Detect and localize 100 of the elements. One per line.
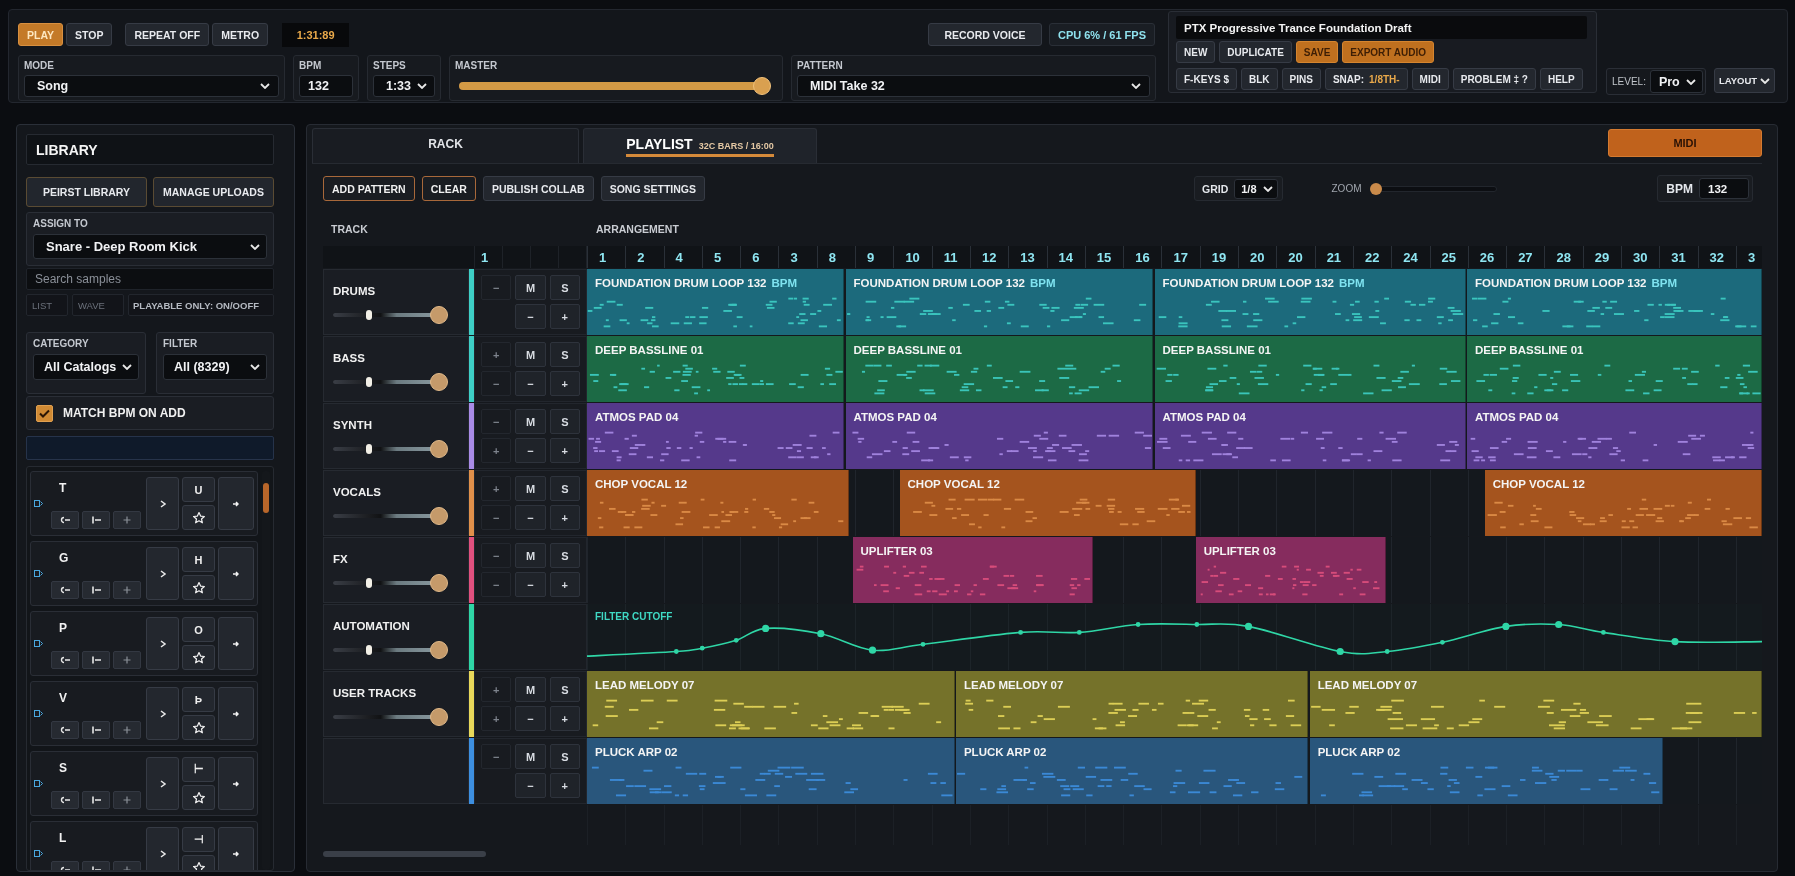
project-action-button[interactable]: NEW (1176, 41, 1216, 63)
volume-thumb[interactable] (430, 373, 449, 391)
grid-dropdown[interactable]: 1/8 (1234, 178, 1278, 199)
toggle-button[interactable]: METRO (212, 23, 269, 46)
track-button[interactable]: − (481, 744, 512, 769)
zoom-thumb[interactable] (1369, 182, 1382, 195)
automation-point[interactable] (1135, 622, 1141, 627)
pattern-clip[interactable]: DEEP BASSLINE 01 (1154, 336, 1466, 402)
pad-tool-button[interactable] (82, 721, 110, 739)
track-button[interactable]: − (515, 438, 546, 463)
track-button[interactable]: − (515, 706, 546, 731)
track-button[interactable]: − (481, 409, 512, 434)
automation-point[interactable] (1384, 649, 1390, 654)
automation-point[interactable] (1194, 622, 1200, 627)
bpm-field[interactable]: 132 (1699, 178, 1749, 199)
alt-key-button[interactable]: O (182, 617, 215, 642)
automation-point[interactable] (699, 645, 705, 651)
track-button[interactable]: + (549, 438, 580, 463)
transport-button[interactable]: STOP (66, 23, 113, 46)
pattern-clip[interactable]: FOUNDATION DRUM LOOP 132 BPM (587, 269, 845, 335)
pattern-clip[interactable]: LEAD MELODY 07 (1309, 671, 1762, 737)
automation-point[interactable] (1601, 630, 1606, 635)
track-button[interactable]: − (481, 572, 512, 597)
track-button[interactable]: − (515, 572, 546, 597)
automation-curve[interactable] (587, 623, 1762, 657)
track-button[interactable]: − (481, 275, 512, 300)
library-button[interactable]: PEIRST LIBRARY (26, 177, 147, 207)
track-button[interactable]: + (549, 773, 580, 798)
automation-point[interactable] (817, 630, 825, 638)
volume-thumb[interactable] (430, 306, 449, 324)
automation-point[interactable] (673, 649, 679, 654)
volume-thumb[interactable] (430, 641, 449, 659)
automation-point[interactable] (1440, 639, 1445, 645)
track-button[interactable]: + (549, 706, 580, 731)
pan-handle[interactable] (365, 377, 372, 387)
pan-handle[interactable] (365, 645, 372, 655)
tool-button[interactable]: MIDI (1411, 68, 1449, 90)
automation-point[interactable] (868, 646, 877, 654)
dropdown[interactable]: Song (24, 75, 279, 97)
alt-key-button[interactable]: H (182, 547, 215, 572)
track-button[interactable]: + (481, 342, 512, 367)
dropdown[interactable]: All (8329) (163, 354, 267, 380)
pattern-clip[interactable]: ATMOS PAD 04 (845, 403, 1154, 469)
track-button[interactable]: + (481, 677, 512, 702)
pattern-clip[interactable]: DEEP BASSLINE 01 (845, 336, 1154, 402)
favorite-button[interactable] (182, 645, 215, 670)
pattern-clip[interactable]: ATMOS PAD 04 (1467, 403, 1762, 469)
pattern-clip[interactable]: FOUNDATION DRUM LOOP 132 BPM (1154, 269, 1466, 335)
favorite-button[interactable] (182, 715, 215, 740)
pad-tool-button[interactable] (51, 651, 79, 669)
alt-key-button[interactable]: Þ (182, 687, 215, 712)
pad-tool-button[interactable] (51, 721, 79, 739)
layout-button[interactable]: LAYOUT (1714, 68, 1775, 93)
volume-slider[interactable] (333, 440, 445, 458)
volume-thumb[interactable] (430, 507, 449, 525)
volume-slider[interactable] (333, 306, 445, 324)
pattern-clip[interactable]: DEEP BASSLINE 01 (587, 336, 845, 402)
toolbar-button[interactable]: CLEAR (421, 176, 476, 201)
toolbar-button[interactable]: SONG SETTINGS (600, 176, 705, 201)
pattern-clip[interactable]: LEAD MELODY 07 (955, 671, 1309, 737)
track-button[interactable]: S (549, 342, 580, 367)
automation-point[interactable] (1502, 622, 1510, 630)
track-button[interactable]: − (515, 304, 546, 329)
pattern-clip[interactable]: ATMOS PAD 04 (587, 403, 845, 469)
playable-toggle[interactable]: PLAYABLE ONLY: ON/OOFF (128, 294, 274, 316)
automation-point[interactable] (920, 641, 926, 647)
master-volume-slider[interactable] (459, 77, 771, 95)
tool-button[interactable]: PROBLEM ‡ ? (1452, 68, 1536, 90)
pad-tool-button[interactable] (51, 511, 79, 529)
track-button[interactable]: + (481, 476, 512, 501)
track-button[interactable]: S (549, 275, 580, 300)
pattern-clip[interactable]: UPLIFTER 03 (852, 537, 1094, 603)
midi-button[interactable]: MIDI (1608, 129, 1762, 157)
pattern-clip[interactable]: LEAD MELODY 07 (587, 671, 955, 737)
track-button[interactable]: M (515, 342, 546, 367)
match-bpm-checkbox[interactable] (36, 404, 53, 422)
pattern-clip[interactable]: CHOP VOCAL 12 (587, 470, 849, 536)
track-button[interactable]: + (549, 304, 580, 329)
track-button[interactable]: S (549, 543, 580, 568)
project-action-button[interactable]: EXPORT AUDIO (1342, 41, 1435, 63)
automation-point[interactable] (733, 637, 739, 643)
track-button[interactable]: − (481, 371, 512, 396)
automation-point[interactable] (1244, 622, 1253, 630)
track-button[interactable]: + (481, 438, 512, 463)
volume-thumb[interactable] (430, 574, 449, 592)
track-button[interactable]: + (549, 505, 580, 530)
search-field[interactable]: Search samples (26, 268, 274, 290)
pad-tool-button[interactable] (82, 791, 110, 809)
tool-button[interactable]: HELP (1539, 68, 1583, 90)
volume-slider[interactable] (333, 373, 445, 391)
pattern-clip[interactable]: DEEP BASSLINE 01 (1467, 336, 1762, 402)
pan-handle[interactable] (365, 578, 372, 588)
view-tab[interactable]: PLAYLIST 32C BARS / 16:00 (583, 128, 817, 163)
pattern-clip[interactable]: CHOP VOCAL 12 (1484, 470, 1762, 536)
dropdown[interactable]: 1:33 (373, 75, 435, 97)
automation-point[interactable] (1671, 638, 1679, 646)
pattern-clip[interactable]: ATMOS PAD 04 (1154, 403, 1466, 469)
project-action-button[interactable]: SAVE (1295, 41, 1339, 63)
toolbar-button[interactable]: ADD PATTERN (323, 176, 415, 201)
track-button[interactable]: + (549, 371, 580, 396)
